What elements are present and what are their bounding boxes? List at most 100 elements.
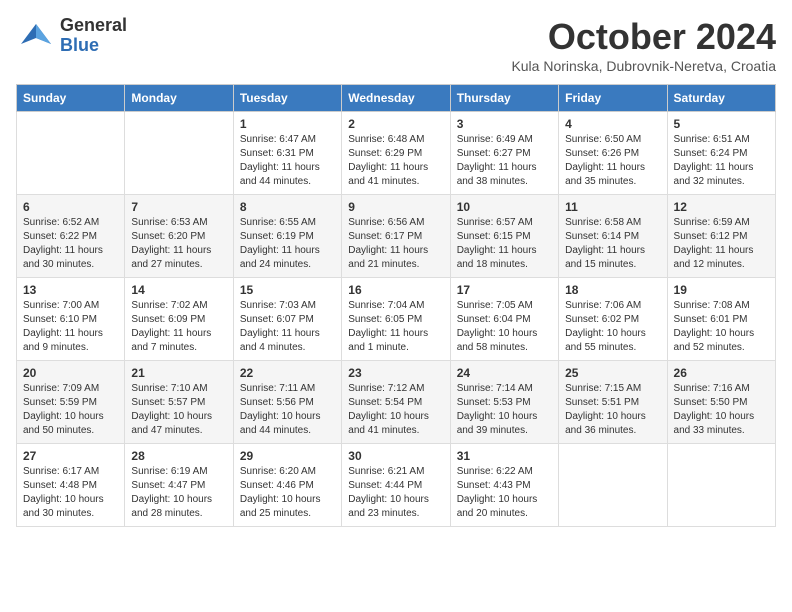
day-info: Sunrise: 6:57 AM Sunset: 6:15 PM Dayligh… <box>457 216 552 272</box>
day-number: 11 <box>565 200 660 214</box>
day-info: Sunrise: 6:48 AM Sunset: 6:29 PM Dayligh… <box>348 133 443 189</box>
day-cell: 5 Sunrise: 6:51 AM Sunset: 6:24 PM Daylig… <box>667 112 775 195</box>
day-info: Sunrise: 6:51 AM Sunset: 6:24 PM Dayligh… <box>674 133 769 189</box>
day-cell: 14Sunrise: 7:02 AM Sunset: 6:09 PM Dayli… <box>125 278 233 361</box>
day-info: Sunrise: 6:20 AM Sunset: 4:46 PM Dayligh… <box>240 465 335 521</box>
logo-blue: Blue <box>60 36 127 56</box>
logo-icon <box>16 16 56 56</box>
day-info: Sunrise: 6:52 AM Sunset: 6:22 PM Dayligh… <box>23 216 118 272</box>
week-row-3: 13 Sunrise: 7:00 AM Sunset: 6:10 PM Dayli… <box>17 278 776 361</box>
day-cell: 9 Sunrise: 6:56 AM Sunset: 6:17 PM Daylig… <box>342 195 450 278</box>
day-info: Sunrise: 7:12 AM Sunset: 5:54 PM Dayligh… <box>348 382 443 438</box>
header-cell-saturday: Saturday <box>667 85 775 112</box>
day-number: 29 <box>240 449 335 463</box>
day-number: 12 <box>674 200 769 214</box>
logo-text: General Blue <box>60 16 127 56</box>
day-number: 17 <box>457 283 552 297</box>
day-number: 24 <box>457 366 552 380</box>
day-cell: 7Sunrise: 6:53 AM Sunset: 6:20 PM Daylig… <box>125 195 233 278</box>
day-number: 15 <box>240 283 335 297</box>
day-number: 4 <box>565 117 660 131</box>
day-cell: 21 Sunrise: 7:10 AM Sunset: 5:57 PM Dayli… <box>125 361 233 444</box>
day-info: Sunrise: 6:56 AM Sunset: 6:17 PM Dayligh… <box>348 216 443 272</box>
day-number: 19 <box>674 283 769 297</box>
day-number: 13 <box>23 283 118 297</box>
day-number: 16 <box>348 283 443 297</box>
day-cell: 6 Sunrise: 6:52 AM Sunset: 6:22 PM Daylig… <box>17 195 125 278</box>
day-cell <box>17 112 125 195</box>
day-number: 26 <box>674 366 769 380</box>
day-cell: 26Sunrise: 7:16 AM Sunset: 5:50 PM Dayli… <box>667 361 775 444</box>
day-cell: 4 Sunrise: 6:50 AM Sunset: 6:26 PM Daylig… <box>559 112 667 195</box>
week-row-2: 6 Sunrise: 6:52 AM Sunset: 6:22 PM Daylig… <box>17 195 776 278</box>
day-number: 20 <box>23 366 118 380</box>
page-header: General Blue October 2024 Kula Norinska,… <box>16 16 776 74</box>
day-cell: 18 Sunrise: 7:06 AM Sunset: 6:02 PM Dayli… <box>559 278 667 361</box>
location-subtitle: Kula Norinska, Dubrovnik-Neretva, Croati… <box>511 58 776 74</box>
day-cell: 29 Sunrise: 6:20 AM Sunset: 4:46 PM Dayli… <box>233 444 341 527</box>
calendar-header: SundayMondayTuesdayWednesdayThursdayFrid… <box>17 85 776 112</box>
day-number: 22 <box>240 366 335 380</box>
day-cell: 10 Sunrise: 6:57 AM Sunset: 6:15 PM Dayli… <box>450 195 558 278</box>
calendar-table: SundayMondayTuesdayWednesdayThursdayFrid… <box>16 84 776 527</box>
day-cell: 24 Sunrise: 7:14 AM Sunset: 5:53 PM Dayli… <box>450 361 558 444</box>
day-cell: 22 Sunrise: 7:11 AM Sunset: 5:56 PM Dayli… <box>233 361 341 444</box>
day-info: Sunrise: 7:00 AM Sunset: 6:10 PM Dayligh… <box>23 299 118 355</box>
week-row-1: 1 Sunrise: 6:47 AM Sunset: 6:31 PM Daylig… <box>17 112 776 195</box>
day-cell: 31Sunrise: 6:22 AM Sunset: 4:43 PM Dayli… <box>450 444 558 527</box>
day-info: Sunrise: 6:17 AM Sunset: 4:48 PM Dayligh… <box>23 465 118 521</box>
day-info: Sunrise: 6:22 AM Sunset: 4:43 PM Dayligh… <box>457 465 552 521</box>
day-cell <box>559 444 667 527</box>
day-number: 5 <box>674 117 769 131</box>
day-number: 3 <box>457 117 552 131</box>
day-info: Sunrise: 6:50 AM Sunset: 6:26 PM Dayligh… <box>565 133 660 189</box>
header-cell-thursday: Thursday <box>450 85 558 112</box>
logo: General Blue <box>16 16 127 56</box>
day-cell: 13 Sunrise: 7:00 AM Sunset: 6:10 PM Dayli… <box>17 278 125 361</box>
day-info: Sunrise: 7:04 AM Sunset: 6:05 PM Dayligh… <box>348 299 443 355</box>
day-cell: 8 Sunrise: 6:55 AM Sunset: 6:19 PM Daylig… <box>233 195 341 278</box>
day-info: Sunrise: 7:08 AM Sunset: 6:01 PM Dayligh… <box>674 299 769 355</box>
day-number: 6 <box>23 200 118 214</box>
day-info: Sunrise: 6:55 AM Sunset: 6:19 PM Dayligh… <box>240 216 335 272</box>
day-number: 27 <box>23 449 118 463</box>
day-number: 10 <box>457 200 552 214</box>
day-info: Sunrise: 7:06 AM Sunset: 6:02 PM Dayligh… <box>565 299 660 355</box>
day-cell: 19 Sunrise: 7:08 AM Sunset: 6:01 PM Dayli… <box>667 278 775 361</box>
day-info: Sunrise: 6:59 AM Sunset: 6:12 PM Dayligh… <box>674 216 769 272</box>
day-info: Sunrise: 6:58 AM Sunset: 6:14 PM Dayligh… <box>565 216 660 272</box>
header-cell-sunday: Sunday <box>17 85 125 112</box>
day-number: 9 <box>348 200 443 214</box>
day-number: 28 <box>131 449 226 463</box>
day-cell: 1 Sunrise: 6:47 AM Sunset: 6:31 PM Daylig… <box>233 112 341 195</box>
day-info: Sunrise: 6:53 AM Sunset: 6:20 PM Dayligh… <box>131 216 226 272</box>
logo-general: General <box>60 16 127 36</box>
day-cell: 17Sunrise: 7:05 AM Sunset: 6:04 PM Dayli… <box>450 278 558 361</box>
day-info: Sunrise: 7:14 AM Sunset: 5:53 PM Dayligh… <box>457 382 552 438</box>
day-number: 1 <box>240 117 335 131</box>
day-info: Sunrise: 7:11 AM Sunset: 5:56 PM Dayligh… <box>240 382 335 438</box>
day-cell: 12 Sunrise: 6:59 AM Sunset: 6:12 PM Dayli… <box>667 195 775 278</box>
day-info: Sunrise: 6:49 AM Sunset: 6:27 PM Dayligh… <box>457 133 552 189</box>
header-cell-wednesday: Wednesday <box>342 85 450 112</box>
day-info: Sunrise: 6:21 AM Sunset: 4:44 PM Dayligh… <box>348 465 443 521</box>
day-number: 2 <box>348 117 443 131</box>
day-cell: 3 Sunrise: 6:49 AM Sunset: 6:27 PM Daylig… <box>450 112 558 195</box>
day-info: Sunrise: 7:10 AM Sunset: 5:57 PM Dayligh… <box>131 382 226 438</box>
day-number: 8 <box>240 200 335 214</box>
day-cell: 15Sunrise: 7:03 AM Sunset: 6:07 PM Dayli… <box>233 278 341 361</box>
day-cell: 23 Sunrise: 7:12 AM Sunset: 5:54 PM Dayli… <box>342 361 450 444</box>
day-cell: 30Sunrise: 6:21 AM Sunset: 4:44 PM Dayli… <box>342 444 450 527</box>
day-number: 18 <box>565 283 660 297</box>
day-cell <box>125 112 233 195</box>
header-row: SundayMondayTuesdayWednesdayThursdayFrid… <box>17 85 776 112</box>
day-cell: 25Sunrise: 7:15 AM Sunset: 5:51 PM Dayli… <box>559 361 667 444</box>
day-cell: 28 Sunrise: 6:19 AM Sunset: 4:47 PM Dayli… <box>125 444 233 527</box>
title-block: October 2024 Kula Norinska, Dubrovnik-Ne… <box>511 16 776 74</box>
day-cell: 11 Sunrise: 6:58 AM Sunset: 6:14 PM Dayli… <box>559 195 667 278</box>
day-number: 21 <box>131 366 226 380</box>
day-info: Sunrise: 6:47 AM Sunset: 6:31 PM Dayligh… <box>240 133 335 189</box>
day-number: 14 <box>131 283 226 297</box>
day-info: Sunrise: 6:19 AM Sunset: 4:47 PM Dayligh… <box>131 465 226 521</box>
day-number: 23 <box>348 366 443 380</box>
